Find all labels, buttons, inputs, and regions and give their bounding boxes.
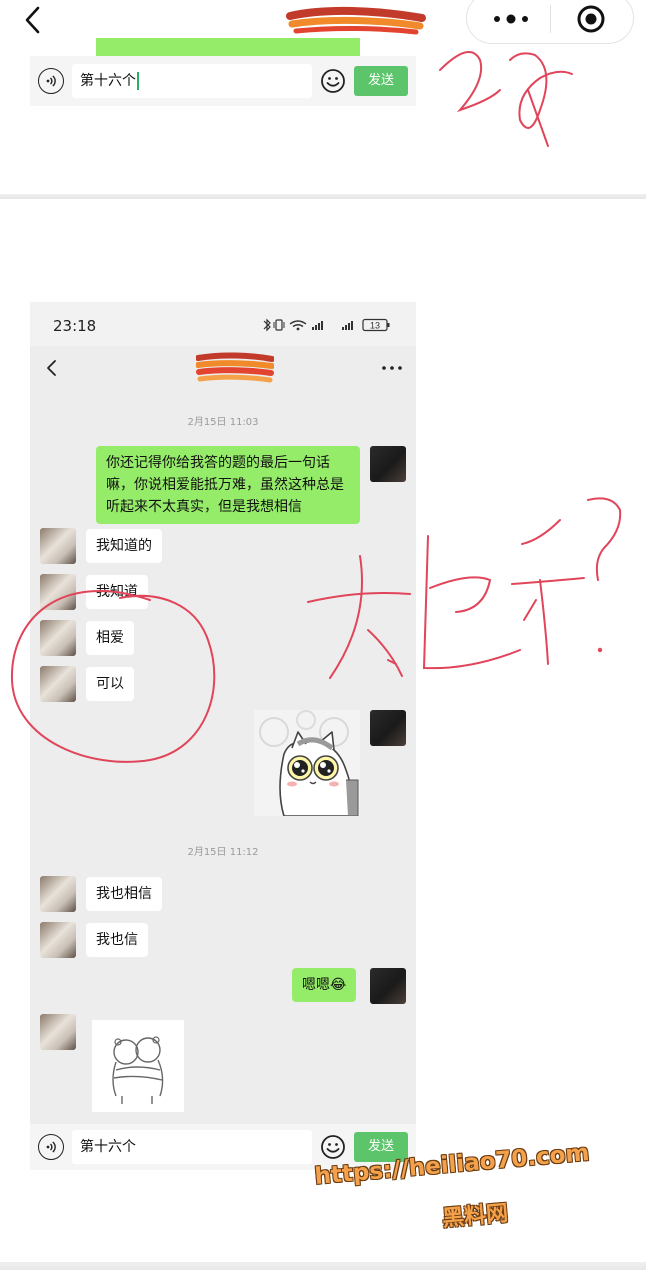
crying-cat-sticker[interactable] (254, 710, 360, 816)
voice-waves-icon (46, 75, 56, 87)
redaction-scribble (286, 6, 426, 35)
message-timestamp: 2月15日 11:03 (187, 417, 259, 428)
avatar-me[interactable] (370, 446, 406, 482)
message-bubble-other[interactable]: 可以 (86, 667, 134, 701)
redaction-scribble (196, 352, 274, 383)
avatar-other[interactable] (40, 620, 76, 656)
chat-screenshot: 23:18 13 2月15日 11:03 你还记得你给我答的题的最后一句话嘛，你… (30, 302, 416, 1170)
voice-input-icon[interactable] (38, 68, 64, 94)
signal-icon (312, 321, 353, 330)
avatar-other[interactable] (40, 922, 76, 958)
message-bubble-other[interactable]: 我也信 (86, 923, 148, 957)
message-timestamp: 2月15日 11:12 (187, 847, 259, 858)
avatar-me[interactable] (370, 968, 406, 1004)
avatar-other[interactable] (40, 876, 76, 912)
status-bar: 23:18 13 (30, 302, 416, 346)
emoji-icon[interactable] (320, 68, 346, 94)
watermark-site-name: 黑料网 (441, 1201, 510, 1232)
status-icons: 13 (263, 318, 390, 332)
status-time: 23:18 (53, 317, 97, 335)
message-input[interactable]: 第十六个 (72, 64, 312, 98)
message-input-text: 第十六个 (80, 73, 136, 89)
bluetooth-icon (263, 318, 271, 332)
message-bubble-other[interactable]: 我知道的 (86, 529, 162, 563)
section-divider (0, 194, 646, 199)
battery-level: 13 (370, 321, 380, 331)
text-cursor (137, 72, 139, 90)
green-bubble-edge (96, 38, 360, 56)
close-target-icon[interactable] (575, 3, 607, 35)
back-arrow-icon[interactable] (18, 4, 50, 36)
message-bubble-other[interactable]: 相爱 (86, 621, 134, 655)
send-button[interactable]: 发送 (354, 66, 408, 96)
top-handwriting (439, 51, 573, 147)
capsule-menu (466, 0, 634, 44)
message-input-text: 第十六个 (80, 1139, 136, 1155)
hugging-bears-sticker[interactable] (92, 1020, 184, 1112)
avatar-other[interactable] (40, 1014, 76, 1050)
more-dots-icon[interactable] (489, 7, 533, 31)
avatar-other[interactable] (40, 528, 76, 564)
chat-input-bar-top: 第十六个 发送 (30, 56, 416, 106)
message-input[interactable]: 第十六个 (72, 1130, 312, 1164)
avatar-other[interactable] (40, 666, 76, 702)
voice-input-icon[interactable] (38, 1134, 64, 1160)
wifi-icon (289, 320, 307, 325)
message-bubble-me[interactable]: 你还记得你给我答的题的最后一句话嘛，你说相爱能抵万难，虽然这种总是听起来不太真实… (96, 446, 360, 524)
more-dots-icon[interactable] (380, 360, 404, 376)
back-arrow-icon[interactable] (42, 358, 62, 378)
emoji-icon[interactable] (320, 1134, 346, 1160)
section-divider (0, 1262, 646, 1270)
vibrate-icon (275, 319, 283, 331)
capsule-divider (550, 5, 551, 33)
avatar-me[interactable] (370, 710, 406, 746)
message-bubble-other[interactable]: 我也相信 (86, 877, 162, 911)
voice-waves-icon (46, 1141, 56, 1153)
message-bubble-other[interactable]: 我知道 (86, 575, 148, 609)
avatar-other[interactable] (40, 574, 76, 610)
message-bubble-me[interactable]: 嗯嗯😂 (292, 968, 357, 1002)
